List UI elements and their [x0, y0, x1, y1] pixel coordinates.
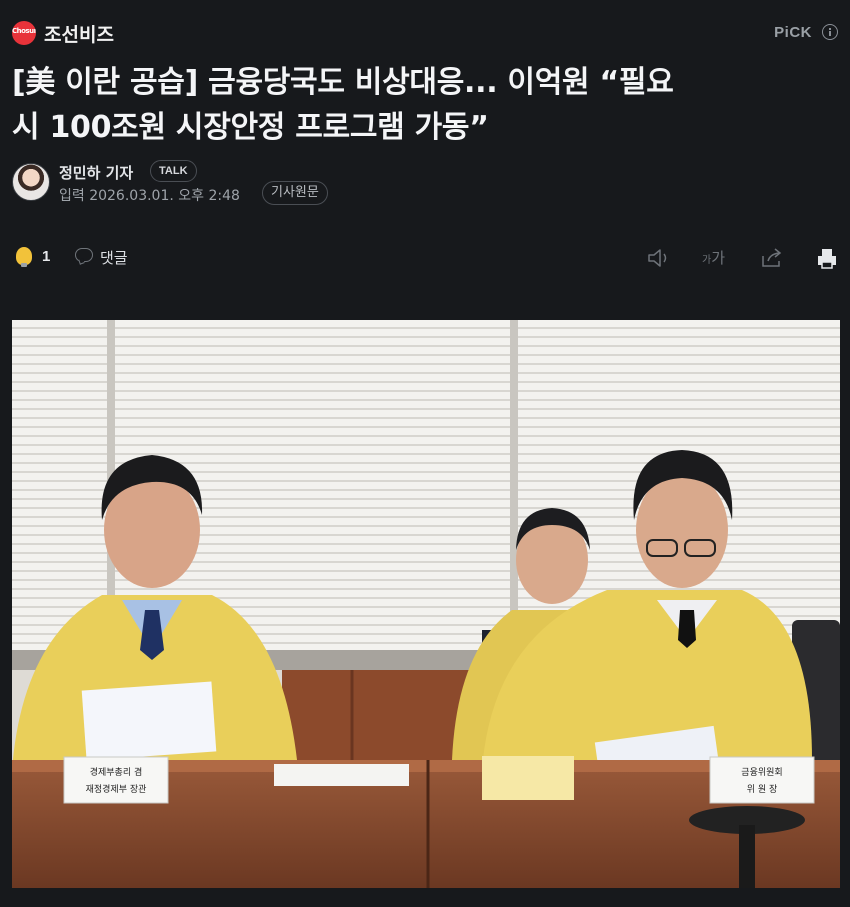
font-size-label: 가: [711, 249, 726, 267]
headline-line-1: [美 이란 공습] 금융당국도 비상대응... 이억원 “필요: [12, 65, 674, 100]
print-icon[interactable]: [816, 244, 838, 272]
press-logo-text: ChosunBiz: [12, 27, 36, 35]
byline: 정민하 기자 TALK 입력 2026.03.01. 오후 2:48 기사원문: [12, 160, 838, 210]
publish-date: 입력 2026.03.01. 오후 2:48: [59, 188, 240, 204]
reporter-avatar[interactable]: [12, 163, 50, 201]
article-photo[interactable]: 경제부총리 겸 재정경제부 장관 금융위원회 위 원 장: [12, 320, 840, 888]
article-headline: [美 이란 공습] 금융당국도 비상대응... 이억원 “필요 시 100조원 …: [12, 60, 832, 150]
font-size-small-label: 가: [702, 255, 712, 266]
font-size-icon[interactable]: 가가: [702, 244, 734, 272]
nameplate-left: 경제부총리 겸 재정경제부 장관: [63, 756, 169, 804]
nameplate-right-line-2: 위 원 장: [747, 784, 778, 795]
speaker-icon[interactable]: [646, 244, 672, 272]
headline-line-2: 시 100조원 시장안정 프로그램 가동”: [12, 110, 489, 145]
talk-button[interactable]: TALK: [150, 160, 197, 182]
reporter-name[interactable]: 정민하 기자: [59, 162, 133, 183]
share-icon[interactable]: [760, 244, 784, 272]
press-logo[interactable]: ChosunBiz: [12, 21, 36, 45]
nameplate-right-line-1: 금융위원회: [741, 767, 782, 778]
nameplate-left-line-2: 재정경제부 장관: [86, 783, 147, 795]
pick-label: PiCK: [774, 24, 812, 41]
reaction-count[interactable]: 1: [42, 248, 50, 265]
comment-button[interactable]: 댓글: [100, 247, 128, 268]
comment-icon[interactable]: [75, 248, 93, 262]
nameplate-left-line-1: 경제부총리 겸: [90, 766, 143, 778]
press-name[interactable]: 조선비즈: [44, 20, 114, 47]
lightbulb-icon[interactable]: [16, 247, 32, 267]
original-article-button[interactable]: 기사원문: [262, 181, 328, 205]
nameplate-right: 금융위원회 위 원 장: [709, 756, 815, 804]
article-actions: 1 댓글 가가: [12, 244, 838, 274]
top-bar: ChosunBiz 조선비즈 PiCK: [0, 0, 850, 64]
info-icon[interactable]: [822, 24, 838, 40]
